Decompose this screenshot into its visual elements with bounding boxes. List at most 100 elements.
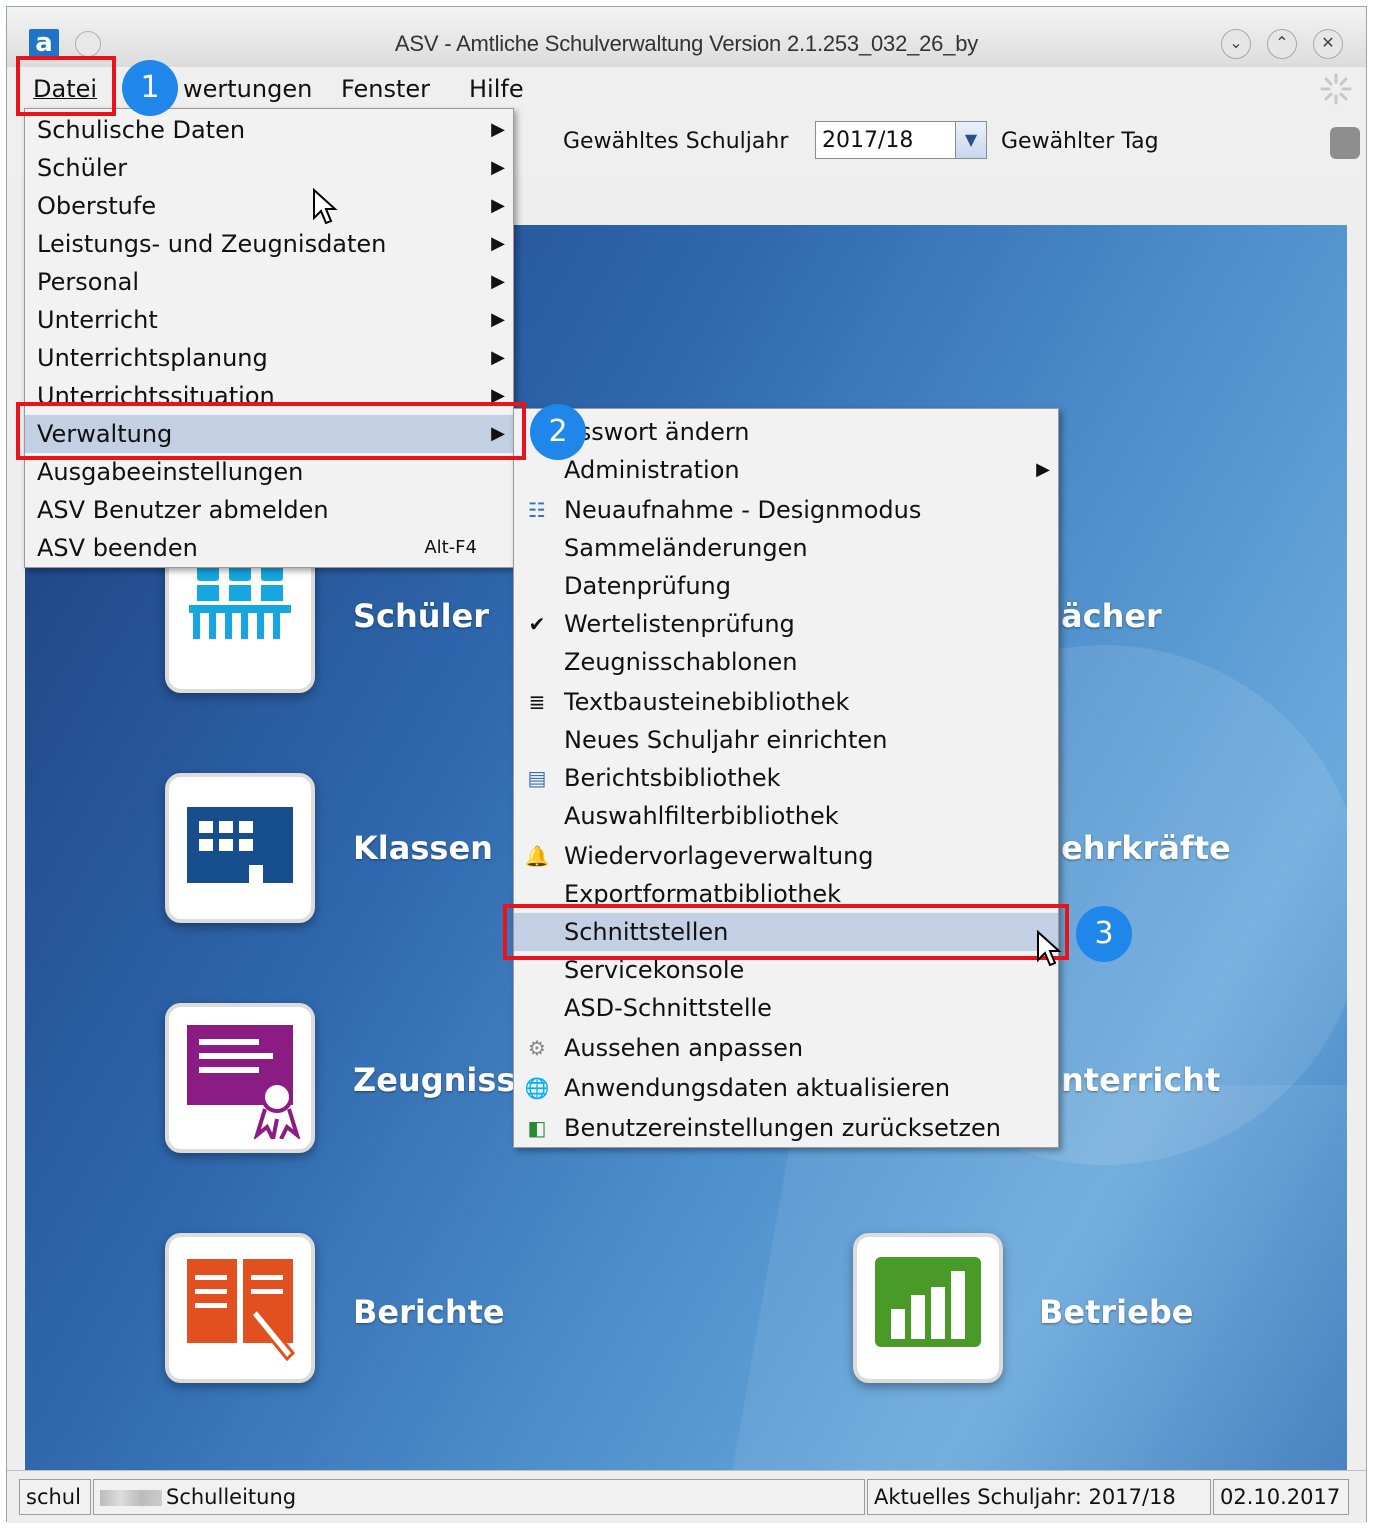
menu-item-wertelistenpruefung[interactable]: ✔ Wertelistenprüfung [514, 605, 1058, 643]
datei-menu: Schulische Daten ▶ Schüler ▶ Oberstufe ▶ Le… [24, 108, 514, 568]
form-icon: ☷ [528, 498, 546, 522]
menu-item-berichtsbibliothek[interactable]: ▤ Berichtsbibliothek [514, 759, 1058, 797]
tile-label-zeugnisse[interactable]: Zeugnisse [353, 1061, 537, 1099]
chevron-down-icon[interactable]: ▼ [955, 122, 986, 158]
menu-auswertungen[interactable]: wertungen [183, 75, 312, 103]
window-title: ASV - Amtliche Schulverwaltung Version 2… [394, 31, 979, 56]
schuljahr-label: Gewähltes Schuljahr [563, 129, 789, 154]
report-book-icon [187, 1259, 296, 1362]
busy-spinner-icon [1320, 73, 1352, 105]
globe-icon: 🌐 [524, 1076, 550, 1100]
menu-item-administration[interactable]: Administration ▶ [514, 451, 1058, 489]
menu-item-neuaufnahme[interactable]: ☷ Neuaufnahme - Designmodus [514, 491, 1058, 529]
menu-item-label: Unterricht [37, 306, 158, 334]
bar-chart-icon [875, 1257, 981, 1347]
step-badge-1: 1 [122, 60, 178, 116]
report-library-icon: ▤ [527, 766, 547, 790]
menu-item-auswahlfilter[interactable]: Auswahlfilterbibliothek [514, 797, 1058, 835]
submenu-arrow-icon: ▶ [491, 119, 505, 140]
menu-item-passwort-aendern[interactable]: asswort ändern [514, 413, 1058, 451]
gear-icon: ⚙ [528, 1036, 546, 1060]
menu-item-label: Sammeländerungen [564, 534, 808, 562]
minimize-button[interactable]: ⌄ [1221, 29, 1251, 59]
submenu-arrow-icon: ▶ [491, 309, 505, 330]
menu-item-aussehen[interactable]: ⚙ Aussehen anpassen [514, 1029, 1058, 1067]
menu-item-label: Neuaufnahme - Designmodus [564, 496, 922, 524]
menu-item-datenpruefung[interactable]: Datenprüfung [514, 567, 1058, 605]
menu-item-abmelden[interactable]: ASV Benutzer abmelden [25, 491, 513, 529]
menu-item-label: ASD-Schnittstelle [564, 994, 772, 1022]
menu-item-beenden[interactable]: ASV beenden Alt-F4 [25, 529, 513, 567]
tile-label-klassen[interactable]: Klassen [353, 829, 493, 867]
checkmark-icon: ✔ [528, 612, 546, 636]
menu-item-textbausteine[interactable]: ≣ Textbausteinebibliothek [514, 683, 1058, 721]
mouse-pointer-icon [1037, 930, 1062, 967]
highlight-box-schnittstellen [503, 904, 1069, 960]
tile-label-unterricht[interactable]: nterricht [1061, 1061, 1220, 1099]
tile-label-berichte[interactable]: Berichte [353, 1293, 505, 1331]
menu-item-schueler[interactable]: Schüler ▶ [25, 149, 513, 187]
status-user: schul [19, 1479, 91, 1515]
menu-item-unterricht[interactable]: Unterricht ▶ [25, 301, 513, 339]
text-block-icon: ≣ [528, 690, 546, 714]
close-button[interactable]: ✕ [1313, 29, 1343, 59]
highlight-box-verwaltung [16, 402, 526, 460]
menu-item-wiedervorlage[interactable]: 🔔 Wiedervorlageverwaltung [514, 837, 1058, 875]
title-bar[interactable]: a ASV - Amtliche Schulverwaltung Version… [7, 7, 1366, 67]
submenu-arrow-icon: ▶ [491, 157, 505, 178]
menu-item-schulische-daten[interactable]: Schulische Daten ▶ [25, 111, 513, 149]
highlight-box-datei [16, 56, 116, 116]
menu-fenster[interactable]: Fenster [341, 75, 430, 103]
menu-item-anwendungsdaten[interactable]: 🌐 Anwendungsdaten aktualisieren [514, 1069, 1058, 1107]
menu-item-zeugnisschablonen[interactable]: Zeugnisschablonen [514, 643, 1058, 681]
schuljahr-select[interactable]: 2017/18 ▼ [815, 121, 987, 159]
menu-item-asd-schnittstelle[interactable]: ASD-Schnittstelle [514, 989, 1058, 1027]
certificate-icon [187, 1025, 301, 1139]
menu-item-label: Schüler [37, 154, 128, 182]
schuljahr-value: 2017/18 [822, 128, 914, 153]
menu-item-label: Zeugnisschablonen [564, 648, 798, 676]
menu-item-label: ASV Benutzer abmelden [37, 496, 329, 524]
mouse-pointer-icon [313, 188, 338, 225]
tag-label: Gewählter Tag [1001, 129, 1159, 154]
tile-betriebe[interactable] [853, 1233, 1003, 1383]
menu-item-oberstufe[interactable]: Oberstufe ▶ [25, 187, 513, 225]
maximize-button[interactable]: ⌃ [1267, 29, 1297, 59]
menu-item-label: Neues Schuljahr einrichten [564, 726, 888, 754]
menu-hilfe[interactable]: Hilfe [469, 75, 524, 103]
submenu-arrow-icon: ▶ [491, 271, 505, 292]
step-badge-2: 2 [530, 404, 586, 460]
menu-item-label: Oberstufe [37, 192, 157, 220]
menu-item-label: asswort ändern [564, 418, 750, 446]
status-bar: schul Schulleitung Aktuelles Schuljahr: … [7, 1470, 1366, 1523]
submenu-arrow-icon: ▶ [491, 195, 505, 216]
submenu-arrow-icon: ▶ [1036, 459, 1050, 480]
step-badge-3: 3 [1076, 906, 1132, 962]
menu-bar: Datei wertungen Fenster Hilfe [7, 67, 1366, 111]
database-icon[interactable] [1330, 127, 1360, 159]
tile-label-lehrkraefte[interactable]: ehrkräfte [1061, 829, 1231, 867]
tile-label-betriebe[interactable]: Betriebe [1039, 1293, 1193, 1331]
shortcut-label: Alt-F4 [424, 537, 477, 558]
tile-berichte[interactable] [165, 1233, 315, 1383]
menu-item-label: Leistungs- und Zeugnisdaten [37, 230, 387, 258]
menu-item-label: Benutzereinstellungen zurücksetzen [564, 1114, 1001, 1142]
tile-klassen[interactable] [165, 773, 315, 923]
menu-item-neues-schuljahr[interactable]: Neues Schuljahr einrichten [514, 721, 1058, 759]
submenu-arrow-icon: ▶ [491, 233, 505, 254]
menu-item-label: Wertelistenprüfung [564, 610, 795, 638]
menu-item-label: Anwendungsdaten aktualisieren [564, 1074, 951, 1102]
menu-item-unterrichtsplanung[interactable]: Unterrichtsplanung ▶ [25, 339, 513, 377]
menu-item-label: Aussehen anpassen [564, 1034, 804, 1062]
status-role: Schulleitung [93, 1479, 865, 1515]
tile-zeugnisse[interactable] [165, 1003, 315, 1153]
menu-item-leistungsdaten[interactable]: Leistungs- und Zeugnisdaten ▶ [25, 225, 513, 263]
tile-label-schueler[interactable]: Schüler [353, 597, 489, 635]
bell-icon: 🔔 [524, 844, 550, 868]
menu-item-personal[interactable]: Personal ▶ [25, 263, 513, 301]
menu-item-label: Wiedervorlageverwaltung [564, 842, 874, 870]
tile-label-faecher[interactable]: ächer [1061, 597, 1162, 635]
menu-item-benutzereinstellungen[interactable]: ◧ Benutzereinstellungen zurücksetzen [514, 1109, 1058, 1147]
reset-icon: ◧ [527, 1116, 547, 1140]
menu-item-sammelaenderungen[interactable]: Sammeländerungen [514, 529, 1058, 567]
